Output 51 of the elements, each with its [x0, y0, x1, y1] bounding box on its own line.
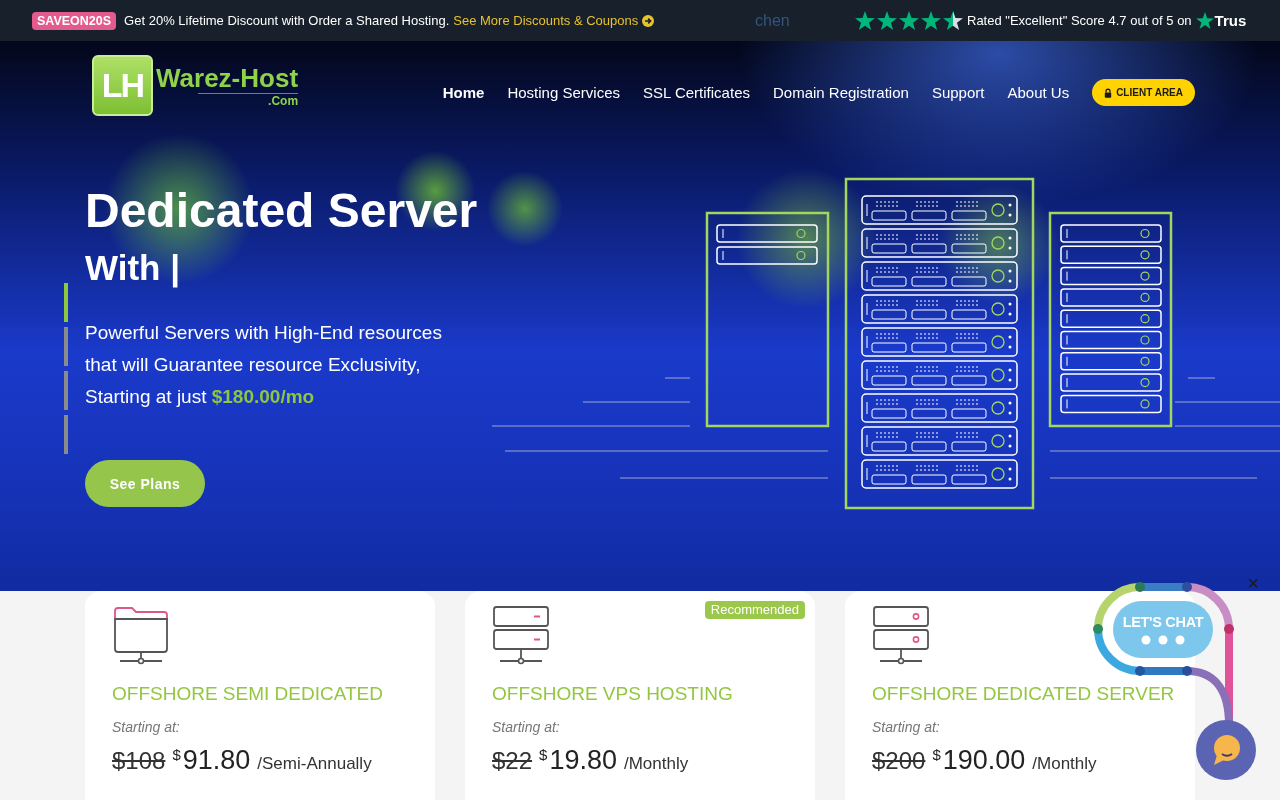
coupon-code-badge: SAVEON20S — [32, 11, 117, 30]
slide-indicator[interactable] — [64, 283, 68, 322]
star-icon — [855, 11, 875, 30]
nav-link[interactable]: Support — [931, 84, 985, 101]
star-icon — [877, 11, 897, 30]
plan-title: OFFSHORE DEDICATED SERVER — [872, 682, 1175, 706]
lock-icon — [1104, 87, 1113, 98]
rating-text: Rated "Excellent" Score 4.7 out of 5 on — [967, 13, 1192, 28]
logo-name: Warez-Host — [156, 63, 299, 93]
starting-label: Starting at: — [872, 718, 941, 737]
hero-title: Dedicated Server — [85, 183, 478, 239]
chat-launcher-button[interactable] — [1196, 720, 1256, 780]
arrow-circle-icon — [642, 14, 655, 27]
promo-message: Get 20% Lifetime Discount with Order a Shared Hosting. — [124, 13, 450, 28]
starting-label: Starting at: — [112, 718, 181, 737]
star-icon — [899, 11, 919, 30]
typing-dots-icon — [1141, 635, 1185, 645]
star-icon — [1195, 12, 1214, 29]
logo-suffix: .Com — [198, 93, 299, 108]
hero-description: Powerful Servers with High-End resources that will Guarantee resource Exclusivity, Starting at just $180.00/mo — [85, 321, 443, 409]
hero-subtitle: With | — [85, 247, 181, 289]
slide-indicator[interactable] — [64, 415, 68, 454]
star-icon — [943, 11, 963, 30]
old-price: $108 — [112, 746, 166, 776]
server-network-icon — [872, 605, 930, 665]
old-price: $22 — [492, 746, 533, 776]
ticker-text: chen — [755, 11, 791, 30]
nav-link[interactable]: Home — [442, 84, 485, 101]
nav-link[interactable]: Hosting Services — [507, 84, 620, 101]
recommended-badge: Recommended — [704, 601, 805, 619]
client-area-button[interactable]: CLIENT AREA — [1092, 79, 1195, 106]
billing-period: /Monthly — [1032, 753, 1097, 775]
coupons-link[interactable]: See More Discounts & Coupons — [453, 13, 655, 28]
nav-link[interactable]: About Us — [1007, 84, 1070, 101]
nav-link[interactable]: Domain Registration — [773, 84, 909, 101]
nav-link[interactable]: SSL Certificates — [643, 84, 750, 101]
old-price: $200 — [872, 746, 926, 776]
starting-label: Starting at: — [492, 718, 561, 737]
current-price: $^{$}$190.00 — [932, 744, 1026, 777]
plan-title: OFFSHORE VPS HOSTING — [492, 682, 733, 706]
slide-indicator[interactable] — [64, 327, 68, 366]
billing-period: /Monthly — [623, 753, 689, 775]
star-icon — [921, 11, 941, 30]
folder-network-icon — [112, 605, 170, 665]
plan-title: OFFSHORE SEMI DEDICATED — [112, 682, 383, 706]
server-network-icon — [492, 605, 550, 665]
brand-name: Trus — [1214, 12, 1247, 29]
slide-indicator[interactable] — [64, 371, 68, 410]
billing-period: /Semi-Annually — [257, 753, 372, 775]
current-price: $^{$}$19.80 — [539, 744, 617, 777]
current-price: $^{$}$91.80 — [172, 744, 251, 777]
